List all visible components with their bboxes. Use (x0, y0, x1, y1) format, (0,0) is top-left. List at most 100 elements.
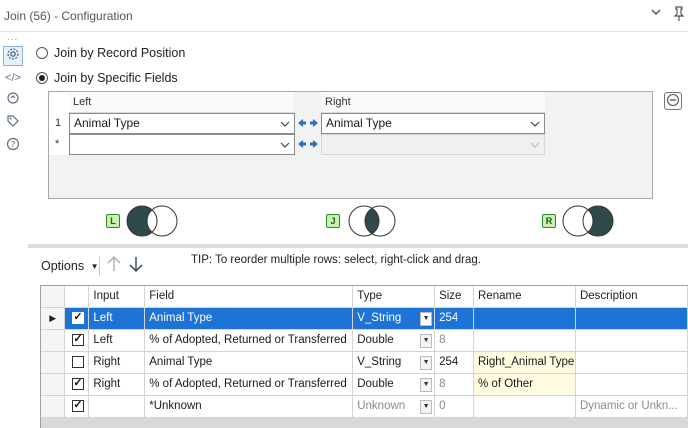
checkbox-icon[interactable] (72, 310, 85, 324)
size-cell[interactable]: 254 (434, 351, 474, 374)
column-header-field[interactable]: Field (144, 286, 354, 308)
dropdown-arrow-icon[interactable]: ▼ (420, 333, 433, 348)
table-header-row: Input Field Type Size Rename Description (41, 286, 688, 308)
row-pointer-icon (41, 329, 66, 352)
remove-row-button[interactable] (664, 92, 682, 110)
table-row[interactable]: ▶ Left Animal Type V_String ▼ 254 (41, 307, 688, 330)
chevron-down-icon (280, 135, 290, 161)
swap-icon[interactable] (297, 138, 319, 153)
dropdown-arrow-icon[interactable]: ▼ (420, 399, 433, 414)
rename-cell[interactable] (473, 329, 576, 352)
left-output-venn: L (106, 203, 196, 239)
description-cell[interactable] (575, 351, 688, 374)
column-header-description[interactable]: Description (575, 286, 688, 308)
chevron-down-icon[interactable] (649, 6, 663, 24)
left-field-select-new[interactable] (69, 134, 295, 155)
select-checkbox[interactable] (64, 373, 90, 396)
dropdown-arrow-icon[interactable]: ▼ (420, 377, 433, 392)
type-value: V_String (357, 312, 402, 324)
input-cell: Left (88, 307, 146, 330)
tip-text: TIP: To reorder multiple rows: select, r… (191, 254, 481, 266)
size-cell[interactable]: 254 (434, 307, 474, 330)
row-number: * (55, 138, 60, 150)
left-header: Left (69, 92, 294, 113)
size-cell[interactable]: 8 (434, 373, 474, 396)
rename-cell[interactable] (473, 395, 576, 418)
column-header-input[interactable]: Input (88, 286, 146, 308)
dropdown-arrow-icon[interactable]: ▼ (420, 355, 433, 370)
type-cell[interactable]: V_String ▼ (352, 307, 436, 330)
move-down-arrow-icon[interactable] (128, 255, 144, 277)
caret-down-icon: ▼ (90, 261, 99, 271)
description-cell[interactable] (575, 329, 688, 352)
pin-icon[interactable] (672, 6, 688, 24)
row-pointer-icon (41, 373, 66, 396)
radio-label: Join by Record Position (54, 46, 186, 60)
options-dropdown[interactable]: Options ▼ (36, 256, 100, 276)
column-header-type[interactable]: Type (352, 286, 436, 308)
config-rail: ... </> ? (0, 32, 28, 428)
window-title: Join (56) - Configuration (4, 9, 133, 23)
tag-icon[interactable] (3, 114, 23, 134)
size-cell[interactable]: 0 (434, 395, 474, 418)
description-cell[interactable] (575, 373, 688, 396)
radio-join-by-record-position[interactable]: Join by Record Position (36, 44, 185, 62)
rename-cell[interactable]: % of Other (473, 373, 576, 396)
type-cell[interactable]: Double ▼ (352, 373, 436, 396)
radio-indicator[interactable] (36, 72, 48, 84)
column-header[interactable] (64, 286, 90, 308)
move-up-arrow-icon[interactable] (106, 255, 122, 277)
code-icon[interactable]: </> (3, 68, 23, 88)
table-row[interactable]: Right Animal Type V_String ▼ 254 Right_An… (41, 351, 688, 374)
input-cell: Left (88, 329, 146, 352)
gear-icon[interactable] (3, 46, 23, 66)
row-pointer-icon (41, 395, 66, 418)
field-select-grid: Input Field Type Size Rename Description… (40, 285, 688, 428)
description-cell[interactable] (575, 307, 688, 330)
dropdown-arrow-icon[interactable]: ▼ (420, 311, 433, 326)
right-field-select[interactable]: Animal Type (321, 113, 545, 134)
column-header-size[interactable]: Size (434, 286, 474, 308)
chevron-down-icon (530, 135, 540, 161)
rename-cell[interactable] (473, 307, 576, 330)
radio-label: Join by Specific Fields (54, 71, 178, 85)
select-checkbox[interactable] (64, 395, 90, 418)
field-cell: % of Adopted, Returned or Transferred (144, 329, 354, 352)
options-label: Options (41, 259, 85, 273)
select-checkbox[interactable] (64, 307, 90, 330)
section-divider[interactable] (28, 244, 688, 248)
type-value: Double (357, 334, 394, 346)
size-cell[interactable]: 8 (434, 329, 474, 352)
type-cell[interactable]: V_String ▼ (352, 351, 436, 374)
checkbox-icon[interactable] (72, 398, 85, 412)
table-row[interactable]: *Unknown Unknown ▼ 0 Dynamic or Unkn... (41, 395, 688, 418)
radio-join-by-specific-fields[interactable]: Join by Specific Fields (36, 69, 178, 87)
column-header-rename[interactable]: Rename (473, 286, 576, 308)
right-field-value: Animal Type (326, 116, 392, 130)
select-checkbox[interactable] (64, 329, 90, 352)
join-output-venn: J (326, 203, 416, 239)
radio-indicator[interactable] (36, 47, 48, 59)
refresh-icon[interactable] (3, 91, 23, 111)
venn-right-icon (562, 205, 614, 237)
swap-icon[interactable] (297, 117, 319, 132)
row-pointer-icon: ▶ (41, 307, 66, 330)
rail-grip: ... (7, 32, 19, 43)
table-row[interactable]: Left % of Adopted, Returned or Transferr… (41, 329, 688, 352)
type-value: V_String (357, 356, 402, 368)
field-cell: Animal Type (144, 307, 354, 330)
type-cell[interactable]: Unknown ▼ (352, 395, 436, 418)
select-checkbox[interactable] (64, 351, 90, 374)
help-icon[interactable]: ? (3, 137, 23, 157)
field-table: Input Field Type Size Rename Description… (41, 286, 688, 418)
checkbox-icon[interactable] (72, 332, 85, 346)
left-field-select[interactable]: Animal Type (69, 113, 295, 134)
table-row[interactable]: Right % of Adopted, Returned or Transfer… (41, 373, 688, 396)
input-cell: Right (88, 373, 146, 396)
checkbox-icon[interactable] (72, 376, 85, 390)
type-cell[interactable]: Double ▼ (352, 329, 436, 352)
checkbox-icon[interactable] (72, 355, 85, 368)
rename-cell[interactable]: Right_Animal Type (473, 351, 576, 374)
row-pointer-icon (41, 351, 66, 374)
description-cell[interactable]: Dynamic or Unkn... (575, 395, 688, 418)
